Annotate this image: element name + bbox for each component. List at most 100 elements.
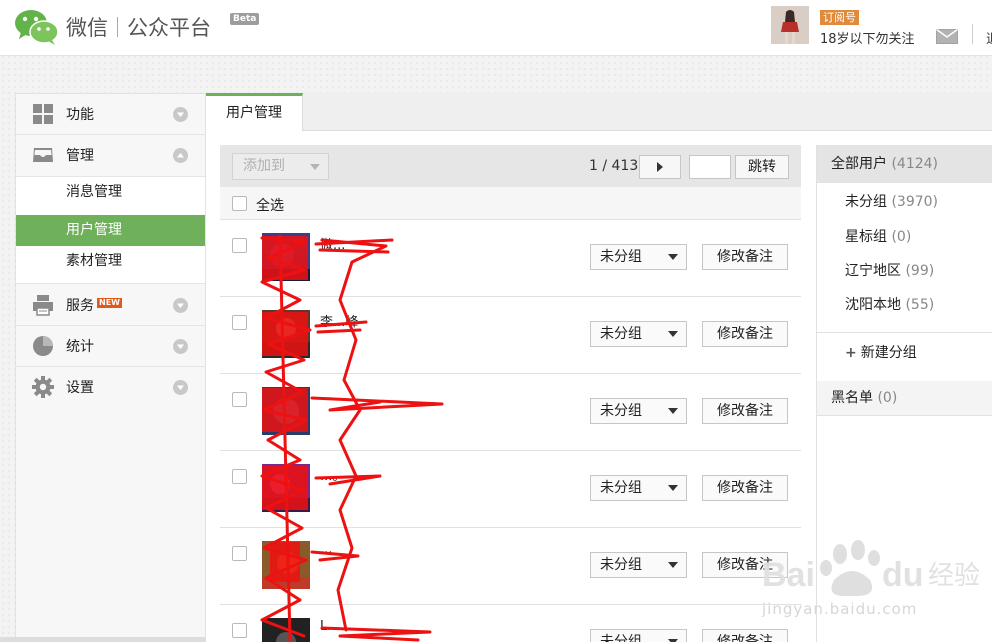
user-avatar[interactable] <box>262 464 310 512</box>
account-name[interactable]: 18岁以下勿关注 <box>820 28 915 47</box>
group-label: 未分组 <box>845 194 887 210</box>
chevron-up-icon <box>173 148 188 163</box>
user-checkbox[interactable] <box>232 469 247 484</box>
select-all-checkbox[interactable] <box>232 196 247 211</box>
gear-icon <box>32 376 54 398</box>
sidebar-item-label: 服务 <box>66 298 94 314</box>
user-row: L... 未分组 修改备注 <box>220 605 801 642</box>
user-nickname: L... <box>320 619 340 634</box>
account-avatar[interactable] <box>771 6 809 44</box>
brand-platform: 公众平台 <box>127 16 211 40</box>
user-avatar[interactable] <box>262 387 310 435</box>
caret-down-icon <box>310 164 320 170</box>
jump-button[interactable]: 跳转 <box>735 155 789 179</box>
sidebar: 功能 管理 消息管理 用户管理 素材管理 服务 NEW 统计 设置 <box>15 93 206 642</box>
group-all-users[interactable]: 全部用户 (4124) <box>817 145 992 183</box>
chevron-down-icon <box>173 298 188 313</box>
add-to-label: 添加到 <box>243 158 285 174</box>
user-checkbox[interactable] <box>232 392 247 407</box>
user-group-dropdown[interactable]: 未分组 <box>590 398 687 424</box>
sidebar-item-label: 管理 <box>66 148 94 164</box>
sidebar-item-label: 设置 <box>66 380 94 396</box>
brand-wechat: 微信 <box>66 16 108 40</box>
group-count: (4124) <box>891 156 939 172</box>
user-group-dropdown[interactable]: 未分组 <box>590 629 687 642</box>
edit-remark-button[interactable]: 修改备注 <box>702 244 788 270</box>
submenu-user-manage[interactable]: 用户管理 <box>16 215 205 246</box>
user-nickname: ...。 <box>320 469 346 484</box>
edit-remark-button[interactable]: 修改备注 <box>702 475 788 501</box>
sidebar-item-settings[interactable]: 设置 <box>16 367 205 407</box>
user-row: ... 未分组 修改备注 <box>220 374 801 451</box>
user-group-dropdown[interactable]: 未分组 <box>590 475 687 501</box>
user-row: 李...峰 未分组 修改备注 <box>220 297 801 374</box>
next-page-button[interactable] <box>639 155 681 179</box>
group-count: (99) <box>905 263 935 279</box>
sidebar-item-manage[interactable]: 管理 <box>16 135 205 175</box>
chevron-down-icon <box>173 380 188 395</box>
select-all-label: 全选 <box>256 198 284 214</box>
user-group-dropdown[interactable]: 未分组 <box>590 552 687 578</box>
user-nickname: 李...峰 <box>320 315 359 330</box>
group-item-ungrouped[interactable]: 未分组 (3970) <box>845 191 938 211</box>
chevron-down-icon <box>173 339 188 354</box>
user-checkbox[interactable] <box>232 238 247 253</box>
header-divider <box>972 24 973 44</box>
submenu-message-manage[interactable]: 消息管理 <box>16 177 205 208</box>
group-blacklist[interactable]: 黑名单 (0) <box>817 381 992 416</box>
group-label: 全部用户 <box>831 156 887 172</box>
user-row: 微... 未分组 修改备注 <box>220 220 801 297</box>
sidebar-item-features[interactable]: 功能 <box>16 94 205 134</box>
plus-icon: + <box>845 345 857 361</box>
user-checkbox[interactable] <box>232 623 247 638</box>
group-item-shenyang[interactable]: 沈阳本地 (55) <box>845 294 934 314</box>
page-indicator: 1 / 413 <box>589 158 639 174</box>
sidebar-item-label: 统计 <box>66 339 94 355</box>
user-checkbox[interactable] <box>232 315 247 330</box>
watermark-url: jingyan.baidu.com <box>762 600 918 618</box>
user-avatar[interactable] <box>262 618 310 642</box>
platform-title[interactable]: 微信 公众平台 <box>66 12 211 42</box>
group-count: (0) <box>891 229 912 245</box>
grid-icon <box>33 104 53 124</box>
user-avatar[interactable] <box>262 310 310 358</box>
group-label: 星标组 <box>845 229 887 245</box>
top-header: 微信 公众平台 Beta 订阅号 18岁以下勿关注 退 <box>0 0 992 56</box>
mail-icon[interactable] <box>936 29 958 44</box>
group-item-starred[interactable]: 星标组 (0) <box>845 226 911 246</box>
sidebar-item-stats[interactable]: 统计 <box>16 326 205 366</box>
edit-remark-button[interactable]: 修改备注 <box>702 629 788 642</box>
sidebar-item-service[interactable]: 服务 NEW <box>16 285 205 325</box>
group-item-liaoning[interactable]: 辽宁地区 (99) <box>845 260 934 280</box>
group-label: 沈阳本地 <box>845 297 901 313</box>
edit-remark-button[interactable]: 修改备注 <box>702 321 788 347</box>
printer-icon <box>33 295 53 316</box>
brand-separator <box>117 17 118 37</box>
wechat-logo-icon[interactable] <box>14 8 60 46</box>
add-to-group-dropdown[interactable]: 添加到 <box>232 153 329 180</box>
logout-link[interactable]: 退 <box>986 28 992 47</box>
manage-submenu: 消息管理 用户管理 素材管理 <box>16 176 205 284</box>
user-group-dropdown[interactable]: 未分组 <box>590 321 687 347</box>
edit-remark-button[interactable]: 修改备注 <box>702 398 788 424</box>
new-group-label: 新建分组 <box>860 345 917 361</box>
group-divider <box>817 332 992 333</box>
page-number-input[interactable] <box>689 155 731 179</box>
tab-user-manage[interactable]: 用户管理 <box>206 93 303 132</box>
user-avatar[interactable] <box>262 541 310 589</box>
user-row: ... 未分组 修改备注 <box>220 528 801 605</box>
edit-remark-button[interactable]: 修改备注 <box>702 552 788 578</box>
pie-chart-icon <box>33 336 53 356</box>
select-all-row: 全选 <box>220 187 801 220</box>
group-count: (0) <box>877 390 898 406</box>
user-group-dropdown[interactable]: 未分组 <box>590 244 687 270</box>
group-label: 黑名单 <box>831 390 873 406</box>
user-row: ...。 未分组 修改备注 <box>220 451 801 528</box>
group-count: (3970) <box>891 194 939 210</box>
user-avatar[interactable] <box>262 233 310 281</box>
user-checkbox[interactable] <box>232 546 247 561</box>
sidebar-bottom-bar <box>0 637 206 642</box>
new-group-button[interactable]: + 新建分组 <box>845 342 917 362</box>
user-nickname: ... <box>320 542 333 557</box>
submenu-material-manage[interactable]: 素材管理 <box>16 246 205 277</box>
